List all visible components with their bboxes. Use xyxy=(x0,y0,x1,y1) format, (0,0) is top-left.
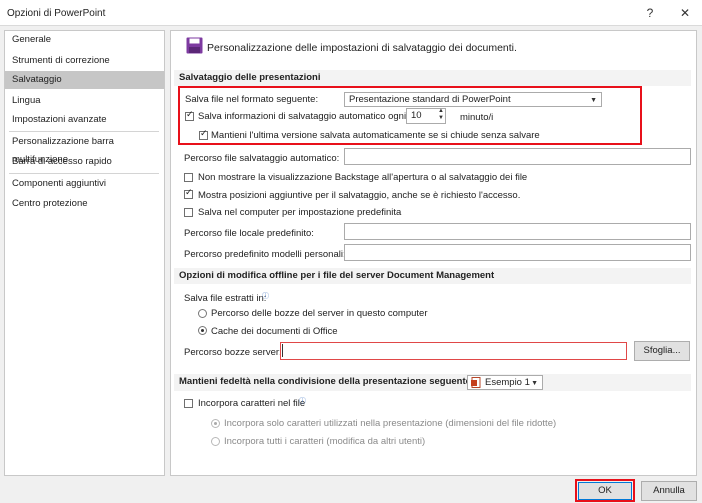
sidebar-item-salvataggio[interactable]: Salvataggio xyxy=(5,71,164,89)
close-icon[interactable]: ✕ xyxy=(675,4,695,22)
sidebar-item-componenti-aggiuntivi[interactable]: Componenti aggiuntivi xyxy=(5,175,164,193)
no-backstage-label: Non mostrare la visualizzazione Backstag… xyxy=(198,172,528,183)
window-title: Opzioni di PowerPoint xyxy=(7,8,106,19)
sidebar-item-barra-multifunzione[interactable]: Personalizzazione barra multifunzione xyxy=(5,133,164,165)
options-sidebar: Generale Strumenti di correzione Salvata… xyxy=(4,30,165,476)
no-backstage-checkbox[interactable] xyxy=(184,173,193,182)
server-drafts-radio[interactable] xyxy=(198,309,207,318)
embed-all-radio[interactable] xyxy=(211,437,220,446)
stepper-arrows-icon[interactable]: ▲ ▼ xyxy=(438,108,444,122)
powerpoint-file-icon xyxy=(471,377,481,388)
autorecover-path-input[interactable] xyxy=(344,148,691,165)
info-icon: ⓘ xyxy=(262,293,269,300)
info-icon: ⓘ xyxy=(299,398,306,405)
default-templates-path-input[interactable] xyxy=(344,244,691,261)
sidebar-item-lingua[interactable]: Lingua xyxy=(5,92,164,110)
default-local-path-input[interactable] xyxy=(344,223,691,240)
chevron-down-icon: ▼ xyxy=(590,97,597,104)
embed-all-label: Incorpora tutti i caratteri (modifica da… xyxy=(224,436,426,447)
sidebar-item-barra-accesso-rapido[interactable]: Barra di accesso rapido xyxy=(5,153,164,171)
help-icon[interactable]: ? xyxy=(640,4,660,22)
show-locations-checkbox[interactable] xyxy=(184,188,193,199)
default-local-path-label: Percorso file locale predefinito: xyxy=(184,228,314,239)
save-to-computer-label: Salva nel computer per impostazione pred… xyxy=(198,207,402,218)
title-bar: Opzioni di PowerPoint ? ✕ xyxy=(0,0,702,26)
section-header-offline: Opzioni di modifica offline per i file d… xyxy=(174,268,691,284)
save-format-select[interactable]: Presentazione standard di PowerPoint ▼ xyxy=(344,92,602,107)
sidebar-item-impostazioni-avanzate[interactable]: Impostazioni avanzate xyxy=(5,111,164,129)
chevron-down-icon: ▼ xyxy=(531,380,538,387)
drafts-path-label: Percorso bozze server: xyxy=(184,347,282,358)
text-cursor xyxy=(282,344,283,357)
server-drafts-label: Percorso delle bozze del server in quest… xyxy=(211,308,428,319)
sidebar-divider xyxy=(9,173,159,174)
default-templates-path-label: Percorso predefinito modelli personali: xyxy=(184,249,346,260)
sidebar-divider xyxy=(9,131,159,132)
ok-button[interactable]: OK xyxy=(578,482,632,500)
save-icon xyxy=(186,37,203,54)
autorecover-path-label: Percorso file salvataggio automatico: xyxy=(184,153,340,164)
office-cache-label: Cache dei documenti di Office xyxy=(211,326,338,337)
sidebar-item-strumenti-correzione[interactable]: Strumenti di correzione xyxy=(5,52,164,70)
fidelity-title: Mantieni fedeltà nella condivisione dell… xyxy=(179,376,475,387)
sidebar-item-centro-protezione[interactable]: Centro protezione xyxy=(5,195,164,213)
section-header-fidelity: Mantieni fedeltà nella condivisione dell… xyxy=(174,374,691,391)
section-header-save: Salvataggio delle presentazioni xyxy=(174,70,691,86)
office-cache-radio[interactable] xyxy=(198,326,207,335)
embed-used-only-radio[interactable] xyxy=(211,419,220,428)
page-title: Personalizzazione delle impostazioni di … xyxy=(207,42,517,54)
autosave-label: Salva informazioni di salvataggio automa… xyxy=(198,111,407,122)
keep-last-version-label: Mantieni l'ultima versione salvata autom… xyxy=(211,130,540,141)
autosave-checkbox[interactable] xyxy=(185,110,194,121)
sidebar-item-generale[interactable]: Generale xyxy=(5,31,164,49)
embed-fonts-checkbox[interactable] xyxy=(184,399,193,408)
drafts-path-input[interactable] xyxy=(280,342,627,360)
autosave-unit-label: minuto/i xyxy=(460,112,494,123)
show-locations-label: Mostra posizioni aggiuntive per il salva… xyxy=(198,190,521,201)
save-format-label: Salva file nel formato seguente: xyxy=(185,94,319,105)
keep-last-version-checkbox[interactable] xyxy=(199,129,208,140)
embed-used-only-label: Incorpora solo caratteri utilizzati nell… xyxy=(224,418,557,429)
presentation-select-value: Esempio 1 xyxy=(485,377,530,388)
browse-button[interactable]: Sfoglia... xyxy=(634,341,690,361)
save-to-computer-checkbox[interactable] xyxy=(184,208,193,217)
cancel-button[interactable]: Annulla xyxy=(641,481,697,501)
embed-fonts-label: Incorpora caratteri nel file xyxy=(198,398,306,409)
save-format-value: Presentazione standard di PowerPoint xyxy=(349,94,511,105)
autosave-minutes-value: 10 xyxy=(411,110,422,121)
save-checked-out-label: Salva file estratti in: xyxy=(184,293,267,304)
